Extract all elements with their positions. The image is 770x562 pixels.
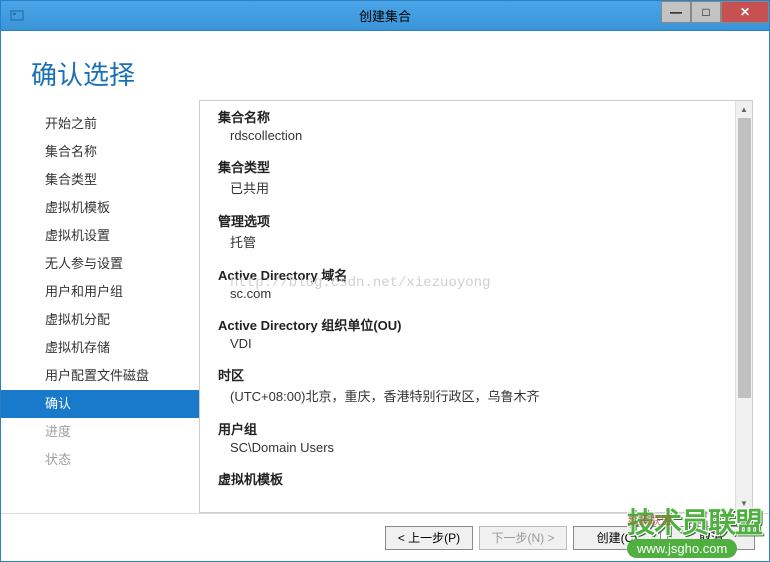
sidebar-item-vm-template[interactable]: 虚拟机模板	[1, 194, 199, 222]
label-collection-name: 集合名称	[218, 107, 717, 126]
section-management: 管理选项 托管	[218, 211, 717, 251]
wizard-window: 创建集合 — □ ✕ 确认选择 开始之前 集合名称 集合类型 虚拟机模板 虚拟机…	[0, 0, 770, 562]
section-collection-type: 集合类型 已共用	[218, 157, 717, 197]
window-title: 创建集合	[359, 6, 411, 25]
main-area: 开始之前 集合名称 集合类型 虚拟机模板 虚拟机设置 无人参与设置 用户和用户组…	[1, 100, 769, 513]
section-timezone: 时区 (UTC+08:00)北京，重庆，香港特别行政区，乌鲁木齐	[218, 365, 717, 405]
page-title: 确认选择	[1, 31, 769, 100]
value-ad-ou: VDI	[218, 336, 717, 351]
value-user-group: SC\Domain Users	[218, 440, 717, 455]
sidebar-item-unattended[interactable]: 无人参与设置	[1, 250, 199, 278]
sidebar-item-before-start[interactable]: 开始之前	[1, 110, 199, 138]
minimize-button[interactable]: —	[661, 1, 691, 23]
vertical-scrollbar[interactable]: ▲ ▼	[735, 101, 752, 512]
value-collection-name: rdscollection	[218, 128, 717, 143]
label-ad-ou: Active Directory 组织单位(OU)	[218, 315, 717, 334]
next-button: 下一步(N) >	[479, 526, 567, 550]
section-vm-template: 虚拟机模板	[218, 469, 717, 488]
scroll-down-icon[interactable]: ▼	[736, 495, 752, 512]
sidebar-item-status: 状态	[1, 446, 199, 474]
detail-scroll: http://blog.csdn.net/xiezuoyong 集合名称 rds…	[200, 101, 735, 512]
previous-button[interactable]: < 上一步(P)	[385, 526, 473, 550]
titlebar: 创建集合 — □ ✕	[1, 1, 769, 31]
maximize-button[interactable]: □	[691, 1, 721, 23]
section-user-group: 用户组 SC\Domain Users	[218, 419, 717, 455]
create-button[interactable]: 创建(C)	[573, 526, 661, 550]
sidebar-item-collection-type[interactable]: 集合类型	[1, 166, 199, 194]
label-ad-domain: Active Directory 域名	[218, 265, 717, 284]
scroll-thumb[interactable]	[738, 118, 751, 398]
sidebar-item-progress: 进度	[1, 418, 199, 446]
close-button[interactable]: ✕	[721, 1, 769, 23]
window-controls: — □ ✕	[661, 1, 769, 23]
sidebar-item-vm-settings[interactable]: 虚拟机设置	[1, 222, 199, 250]
content-area: 确认选择 开始之前 集合名称 集合类型 虚拟机模板 虚拟机设置 无人参与设置 用…	[1, 31, 769, 561]
detail-panel: http://blog.csdn.net/xiezuoyong 集合名称 rds…	[199, 100, 753, 513]
value-collection-type: 已共用	[218, 178, 717, 197]
value-management: 托管	[218, 232, 717, 251]
sidebar-item-vm-assignment[interactable]: 虚拟机分配	[1, 306, 199, 334]
label-collection-type: 集合类型	[218, 157, 717, 176]
label-vm-template: 虚拟机模板	[218, 469, 717, 488]
value-timezone: (UTC+08:00)北京，重庆，香港特别行政区，乌鲁木齐	[218, 386, 717, 405]
sidebar-item-confirm[interactable]: 确认	[1, 390, 199, 418]
label-timezone: 时区	[218, 365, 717, 384]
scroll-up-icon[interactable]: ▲	[736, 101, 752, 118]
sidebar-item-users-groups[interactable]: 用户和用户组	[1, 278, 199, 306]
value-ad-domain: sc.com	[218, 286, 717, 301]
wizard-sidebar: 开始之前 集合名称 集合类型 虚拟机模板 虚拟机设置 无人参与设置 用户和用户组…	[1, 100, 199, 513]
label-management: 管理选项	[218, 211, 717, 230]
section-collection-name: 集合名称 rdscollection	[218, 107, 717, 143]
section-ad-ou: Active Directory 组织单位(OU) VDI	[218, 315, 717, 351]
section-ad-domain: Active Directory 域名 sc.com	[218, 265, 717, 301]
sidebar-item-collection-name[interactable]: 集合名称	[1, 138, 199, 166]
app-icon	[9, 8, 25, 24]
cancel-button[interactable]: 取消	[667, 526, 755, 550]
sidebar-item-vm-storage[interactable]: 虚拟机存储	[1, 334, 199, 362]
label-user-group: 用户组	[218, 419, 717, 438]
sidebar-item-user-profile-disks[interactable]: 用户配置文件磁盘	[1, 362, 199, 390]
wizard-footer: < 上一步(P) 下一步(N) > 创建(C) 取消	[1, 513, 769, 561]
